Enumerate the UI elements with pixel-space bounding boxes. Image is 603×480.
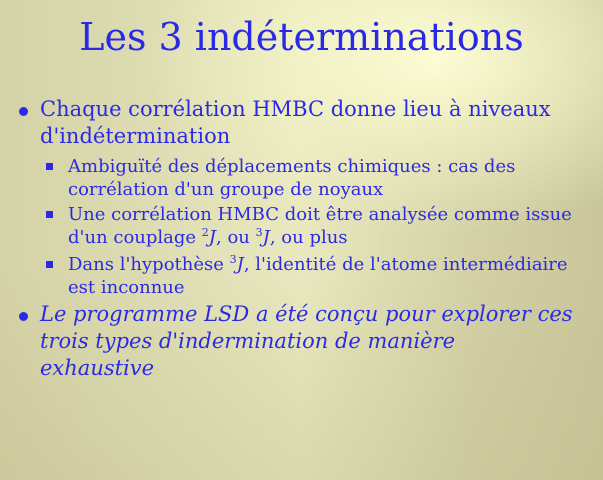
coupling-symbol: J	[236, 254, 244, 275]
bullet-item-1: Chaque corrélation HMBC donne lieu à niv…	[19, 96, 575, 150]
sub-bullet-text-a: Dans l'hypothèse	[68, 254, 230, 275]
sub-bullet-item-1: Ambiguïté des déplacements chimiques : c…	[46, 155, 583, 201]
sub-bullet-item-2: Une corrélation HMBC doit être analysée …	[46, 203, 583, 249]
slide-title: Les 3 indéterminations	[79, 15, 524, 59]
superscript: 2	[201, 226, 209, 239]
circle-bullet-icon	[19, 312, 28, 321]
superscript: 3	[255, 226, 263, 239]
bullet-text: Chaque corrélation HMBC donne lieu à niv…	[40, 97, 551, 148]
superscript: 3	[229, 253, 237, 266]
bullet-item-2: Le programme LSD a été conçu pour explor…	[19, 301, 575, 382]
sub-bullet-text: Ambiguïté des déplacements chimiques : c…	[68, 156, 516, 200]
coupling-symbol: J	[262, 227, 270, 248]
sub-bullet-item-3: Dans l'hypothèse 3J, l'identité de l'ato…	[46, 253, 583, 299]
sub-bullet-text-b: , ou	[216, 227, 256, 248]
slide: Les 3 indéterminations Chaque corrélatio…	[0, 0, 603, 480]
square-bullet-icon	[46, 163, 53, 170]
circle-bullet-icon	[19, 107, 28, 116]
coupling-symbol: J	[208, 227, 217, 248]
square-bullet-icon	[46, 211, 53, 218]
bullet-text: Le programme LSD a été conçu pour explor…	[40, 302, 573, 380]
sub-bullet-text-c: , ou plus	[269, 227, 348, 248]
square-bullet-icon	[46, 261, 53, 268]
